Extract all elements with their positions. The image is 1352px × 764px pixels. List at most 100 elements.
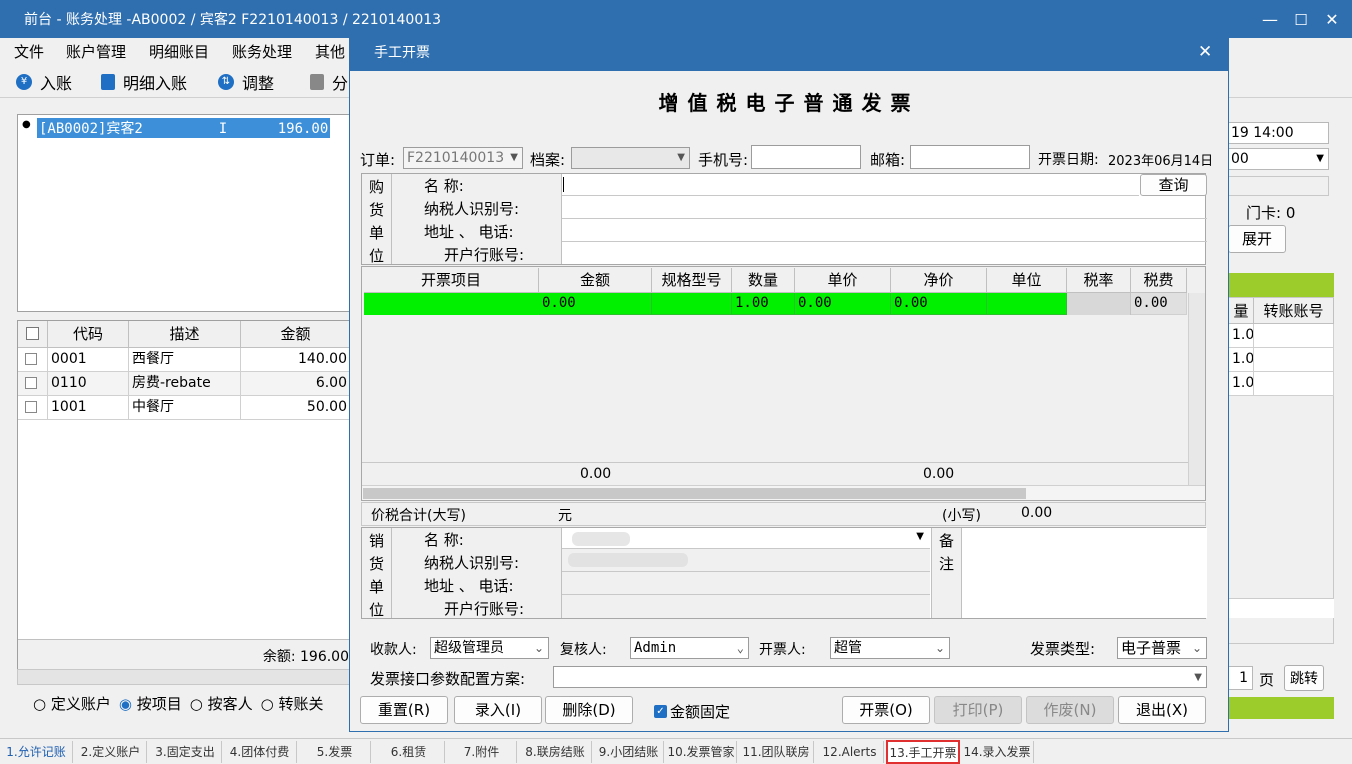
col-invoice-item[interactable]: 开票项目 xyxy=(364,268,539,293)
radio-transfer[interactable]: ○ 转账关 xyxy=(261,693,324,714)
detail-post-button[interactable]: 明细入账 xyxy=(101,70,187,94)
payee-combo[interactable]: 超级管理员 ⌄ xyxy=(430,637,549,659)
col-code[interactable]: 代码 xyxy=(48,321,129,348)
account-item-selected[interactable]: [AB0002]宾客2 I 196.00 xyxy=(37,118,331,138)
menu-detail-items[interactable]: 明细账目 xyxy=(149,41,209,62)
row-price[interactable]: 0.00 xyxy=(795,293,891,315)
menu-accounting[interactable]: 账务处理 xyxy=(232,41,292,62)
adjust-button[interactable]: ⇅ 调整 xyxy=(218,70,274,94)
col-inv-amount[interactable]: 金额 xyxy=(539,268,652,293)
tab-10[interactable]: 10.发票管家 xyxy=(666,741,737,763)
radio-by-item[interactable]: ◉ 按项目 xyxy=(119,693,182,714)
table-row[interactable]: 0001 西餐厅 140.00 xyxy=(18,348,351,372)
tab-14[interactable]: 14.录入发票 xyxy=(961,741,1034,763)
items-hscrollbar[interactable] xyxy=(17,669,350,685)
buyer-bank-input[interactable] xyxy=(562,242,1207,264)
tab-11[interactable]: 11.团队联房 xyxy=(739,741,814,763)
tab-4[interactable]: 4.团体付费 xyxy=(223,741,297,763)
accounts-list[interactable]: ● [AB0002]宾客2 I 196.00 xyxy=(17,114,350,312)
arrival-time-field[interactable]: 19 14:00 xyxy=(1228,122,1329,144)
tab-2[interactable]: 2.定义账户 xyxy=(75,741,147,763)
dialog-close-icon[interactable]: ✕ xyxy=(1198,42,1212,62)
radio-custom-account[interactable]: ○ 定义账户 xyxy=(33,693,111,714)
void-button[interactable]: 作废(N) xyxy=(1026,696,1114,724)
col-unit[interactable]: 单位 xyxy=(987,268,1067,293)
issuer-combo[interactable]: 超管 ⌄ xyxy=(830,637,950,659)
row-checkbox[interactable] xyxy=(25,401,37,413)
col-tax[interactable]: 税费 xyxy=(1131,268,1187,293)
tab-8[interactable]: 8.联房结账 xyxy=(519,741,592,763)
issue-button[interactable]: 开票(O) xyxy=(842,696,930,724)
row-spec[interactable] xyxy=(652,293,732,315)
menu-other[interactable]: 其他 xyxy=(315,41,345,62)
row-tax-rate[interactable] xyxy=(1067,293,1131,315)
tab-7[interactable]: 7.附件 xyxy=(447,741,517,763)
split-button[interactable]: 分 xyxy=(310,70,348,94)
minimize-icon[interactable]: — xyxy=(1258,8,1282,32)
tab-6[interactable]: 6.租赁 xyxy=(373,741,445,763)
menu-file[interactable]: 文件 xyxy=(14,41,44,62)
tab-13[interactable]: 13.手工开票 xyxy=(886,740,960,764)
col-desc[interactable]: 描述 xyxy=(129,321,241,348)
checkmark-icon: ✓ xyxy=(654,705,667,718)
invoice-type-combo[interactable]: 电子普票 ⌄ xyxy=(1117,637,1207,659)
table-row[interactable]: 1001 中餐厅 50.00 xyxy=(18,396,351,420)
grid-hscrollbar[interactable] xyxy=(362,485,1205,500)
config-combo[interactable]: ▼ xyxy=(553,666,1207,688)
transfer-input-row[interactable] xyxy=(1229,598,1334,618)
hscroll-thumb[interactable] xyxy=(363,488,1026,499)
col-net-price[interactable]: 净价 xyxy=(891,268,987,293)
reviewer-combo[interactable]: Admin ⌄ xyxy=(630,637,749,659)
note-textarea[interactable] xyxy=(962,528,1207,618)
menu-account-management[interactable]: 账户管理 xyxy=(66,41,126,62)
tab-12[interactable]: 12.Alerts xyxy=(816,741,884,763)
tab-9[interactable]: 9.小团结账 xyxy=(594,741,664,763)
row-unit[interactable] xyxy=(987,293,1067,315)
jump-button[interactable]: 跳转 xyxy=(1284,665,1324,691)
grid-vscrollbar[interactable] xyxy=(1188,293,1205,488)
order-combo[interactable]: F2210140013 ▼ xyxy=(403,147,523,169)
col-amount[interactable]: 金额 xyxy=(241,321,351,348)
post-button[interactable]: ¥ 入账 xyxy=(16,70,72,94)
buyer-taxid-input[interactable] xyxy=(562,196,1207,219)
page-number-input[interactable]: 1 xyxy=(1228,666,1253,690)
radio-by-guest[interactable]: ○ 按客人 xyxy=(190,693,253,714)
row-net[interactable]: 0.00 xyxy=(891,293,987,315)
exit-button[interactable]: 退出(X) xyxy=(1118,696,1206,724)
col-qty[interactable]: 数量 xyxy=(732,268,795,293)
dialog-title-bar: 手工开票 ✕ xyxy=(350,33,1228,71)
row-qty[interactable]: 1.00 xyxy=(732,293,795,315)
select-all-checkbox[interactable] xyxy=(26,327,39,340)
buyer-name-input[interactable] xyxy=(562,174,1139,196)
email-input[interactable] xyxy=(910,145,1030,169)
tab-1[interactable]: 1.允许记账 xyxy=(0,741,73,763)
delete-button[interactable]: 删除(D) xyxy=(545,696,633,724)
buyer-address-input[interactable] xyxy=(562,219,1207,242)
transfer-account-cell[interactable] xyxy=(1254,372,1334,396)
close-icon[interactable]: ✕ xyxy=(1320,8,1344,32)
enter-button[interactable]: 录入(I) xyxy=(454,696,542,724)
row-checkbox[interactable] xyxy=(25,377,37,389)
right-combo[interactable]: 00 ▼ xyxy=(1228,148,1329,170)
reset-button[interactable]: 重置(R) xyxy=(360,696,448,724)
col-unit-price[interactable]: 单价 xyxy=(795,268,891,293)
query-button[interactable]: 查询 xyxy=(1140,174,1207,196)
table-row[interactable]: 0110 房费-rebate 6.00 xyxy=(18,372,351,396)
transfer-account-cell[interactable] xyxy=(1254,324,1334,348)
invoice-item-row[interactable]: 0.00 1.00 0.00 0.00 xyxy=(364,293,1067,315)
row-checkbox[interactable] xyxy=(25,353,37,365)
print-button[interactable]: 打印(P) xyxy=(934,696,1022,724)
tab-5[interactable]: 5.发票 xyxy=(299,741,371,763)
col-tax-rate[interactable]: 税率 xyxy=(1067,268,1131,293)
seller-name-combo[interactable]: ▼ xyxy=(562,528,930,549)
row-tax[interactable]: 0.00 xyxy=(1131,293,1187,315)
maximize-icon[interactable]: ☐ xyxy=(1289,8,1313,32)
file-combo[interactable]: ▼ xyxy=(571,147,690,169)
transfer-account-cell[interactable] xyxy=(1254,348,1334,372)
tab-3[interactable]: 3.固定支出 xyxy=(149,741,222,763)
fixed-amount-checkbox[interactable]: ✓ 金额固定 xyxy=(654,701,730,722)
phone-input[interactable] xyxy=(751,145,861,169)
col-spec[interactable]: 规格型号 xyxy=(652,268,732,293)
row-amount[interactable]: 0.00 xyxy=(539,293,652,315)
expand-button[interactable]: 展开 xyxy=(1228,225,1286,253)
